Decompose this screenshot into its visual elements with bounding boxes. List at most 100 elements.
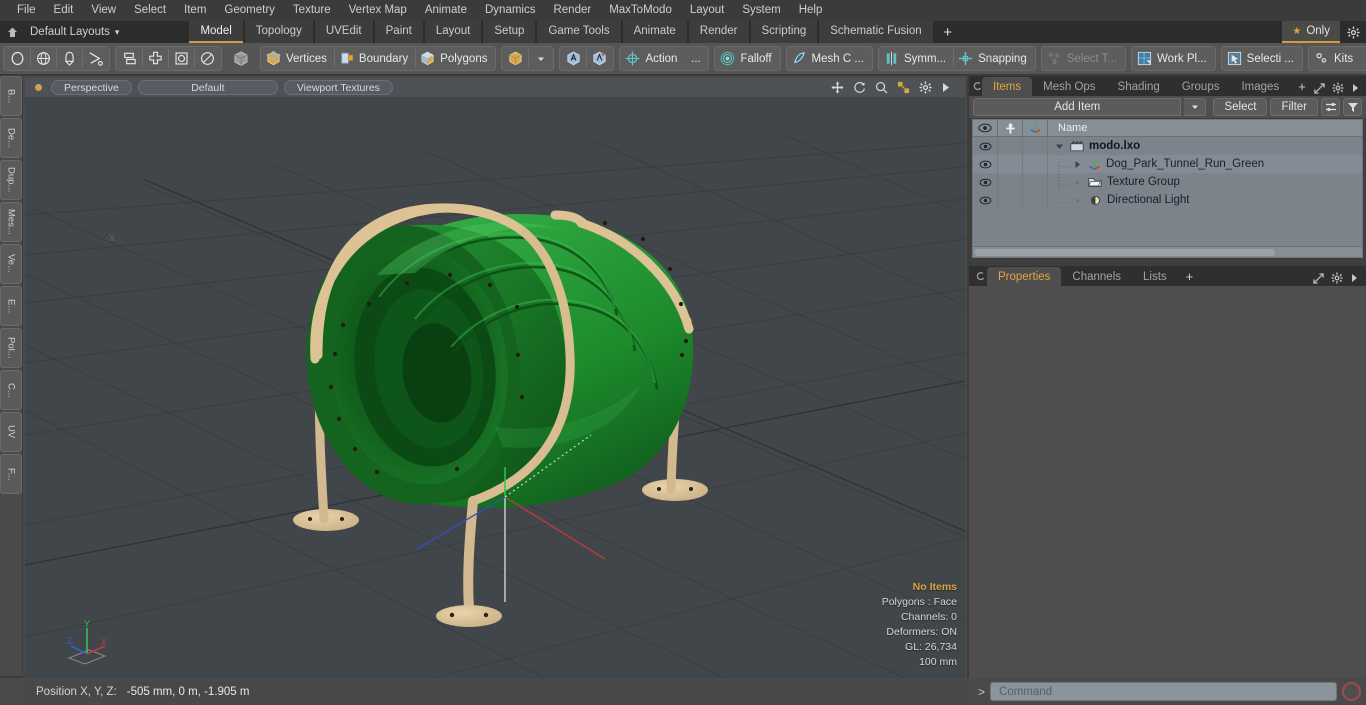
funnel-icon[interactable]: [1343, 98, 1362, 116]
ellipse-icon[interactable]: [5, 47, 30, 70]
menu-geometry[interactable]: Geometry: [215, 0, 284, 21]
left-tab-8[interactable]: UV: [0, 412, 22, 452]
left-tab-5[interactable]: E...: [0, 286, 22, 326]
tab-shading[interactable]: Shading: [1107, 77, 1171, 96]
add-items-tab-button[interactable]: +: [1290, 77, 1314, 96]
filter-button[interactable]: Filter: [1270, 98, 1318, 116]
globe-icon[interactable]: [31, 47, 56, 70]
gear-icon[interactable]: [1331, 272, 1343, 284]
default-layouts-dropdown[interactable]: Default Layouts ▾: [24, 21, 129, 43]
menu-render[interactable]: Render: [544, 0, 600, 21]
snapping-button[interactable]: Snapping: [954, 47, 1034, 70]
add-item-button[interactable]: Add Item: [973, 98, 1182, 116]
left-tab-7[interactable]: C...: [0, 370, 22, 410]
chevron-down-icon[interactable]: [1054, 142, 1065, 151]
menu-maxtomodo[interactable]: MaxToModo: [600, 0, 681, 21]
fit-icon[interactable]: [897, 81, 910, 94]
menu-view[interactable]: View: [82, 0, 125, 21]
menu-texture[interactable]: Texture: [284, 0, 340, 21]
left-tab-1[interactable]: De...: [0, 118, 22, 158]
menu-file[interactable]: File: [8, 0, 45, 21]
select-through-button[interactable]: Select T...: [1043, 47, 1124, 70]
lock-cell[interactable]: [998, 191, 1023, 209]
circle-outline-icon[interactable]: [195, 47, 220, 70]
eye-icon[interactable]: [973, 191, 998, 209]
layout-tab-setup[interactable]: Setup: [483, 21, 536, 43]
play-arrow-icon[interactable]: [1350, 273, 1359, 283]
boundary-mode-button[interactable]: Boundary: [335, 47, 415, 70]
gear-icon[interactable]: [1340, 21, 1366, 43]
layout-tab-render[interactable]: Render: [688, 21, 749, 43]
chevron-right-icon[interactable]: [1072, 160, 1083, 169]
panel-corner-icon[interactable]: [973, 266, 987, 286]
eye-icon[interactable]: [973, 173, 998, 191]
vertices-mode-button[interactable]: Vertices: [262, 47, 334, 70]
lock-cell[interactable]: [998, 173, 1023, 191]
item-tree-row[interactable]: Directional Light: [973, 191, 1362, 209]
tab-lists[interactable]: Lists: [1132, 267, 1178, 286]
add-item-dropdown[interactable]: [1184, 98, 1207, 116]
left-tab-6[interactable]: Pol...: [0, 328, 22, 368]
menu-help[interactable]: Help: [790, 0, 832, 21]
eye-icon[interactable]: [973, 119, 998, 137]
menu-select[interactable]: Select: [125, 0, 175, 21]
add-properties-tab-button[interactable]: +: [1178, 267, 1202, 286]
axis-cell[interactable]: [1023, 173, 1048, 191]
kits-button[interactable]: Kits: [1310, 47, 1366, 70]
cube-icon[interactable]: [228, 47, 254, 70]
item-tree-row[interactable]: Texture Group: [973, 173, 1362, 191]
stack-icon[interactable]: [117, 47, 142, 70]
select-through-a-icon[interactable]: [561, 47, 586, 70]
viewport-shading-selector[interactable]: Default: [137, 80, 278, 95]
falloff-button[interactable]: Falloff: [716, 47, 778, 70]
menu-layout[interactable]: Layout: [681, 0, 734, 21]
action-center-button[interactable]: Action: [621, 47, 684, 70]
eye-icon[interactable]: [973, 155, 998, 173]
item-tree-hscrollbar[interactable]: [973, 246, 1362, 257]
menu-animate[interactable]: Animate: [416, 0, 476, 21]
home-icon[interactable]: [0, 21, 24, 43]
item-tree-row[interactable]: Dog_Park_Tunnel_Run_Green: [973, 155, 1362, 173]
symmetry-button[interactable]: Symm...: [880, 47, 953, 70]
gear-icon[interactable]: [1332, 82, 1344, 94]
menu-system[interactable]: System: [733, 0, 789, 21]
tab-mesh-ops[interactable]: Mesh Ops: [1032, 77, 1106, 96]
gear-icon[interactable]: [919, 81, 932, 94]
lock-crosshair-icon[interactable]: [998, 119, 1023, 137]
select-through-b-icon[interactable]: [587, 47, 612, 70]
frame-icon[interactable]: [169, 47, 194, 70]
work-plane-button[interactable]: Work Pl...: [1133, 47, 1214, 70]
layout-tab-game-tools[interactable]: Game Tools: [537, 21, 621, 43]
ellipsis-icon[interactable]: ...: [684, 47, 707, 70]
selection-set-button[interactable]: Selecti ...: [1223, 47, 1301, 70]
viewport-3d-canvas[interactable]: -X Y X Z No Items Polygons : Face Channe…: [25, 97, 965, 678]
rotate-icon[interactable]: [853, 81, 866, 94]
menu-dynamics[interactable]: Dynamics: [476, 0, 544, 21]
axis-cell[interactable]: [1023, 155, 1048, 173]
tab-groups[interactable]: Groups: [1171, 77, 1231, 96]
expand-icon[interactable]: [1313, 272, 1324, 284]
viewport-view-selector[interactable]: Perspective: [51, 80, 132, 95]
align-center-icon[interactable]: [143, 47, 168, 70]
pan-icon[interactable]: [831, 81, 844, 94]
lock-cell[interactable]: [998, 155, 1023, 173]
chevron-down-icon[interactable]: [529, 47, 552, 70]
layout-tab-uvedit[interactable]: UVEdit: [314, 21, 373, 43]
lock-cell[interactable]: [998, 137, 1023, 155]
play-arrow-icon[interactable]: [941, 82, 951, 93]
tab-properties[interactable]: Properties: [987, 267, 1062, 286]
left-tab-4[interactable]: Ve...: [0, 244, 22, 284]
left-tab-3[interactable]: Mes...: [0, 202, 22, 242]
axis-icon[interactable]: [1023, 119, 1048, 137]
left-tab-9[interactable]: F...: [0, 454, 22, 494]
polygons-mode-button[interactable]: Polygons: [416, 47, 494, 70]
item-cube-icon[interactable]: [503, 47, 528, 70]
viewport-display-mode-selector[interactable]: Viewport Textures: [283, 80, 393, 95]
axis-gizmo[interactable]: Y X Z: [65, 618, 109, 666]
layout-tab-schematic-fusion[interactable]: Schematic Fusion: [819, 21, 933, 43]
left-tab-0[interactable]: B...: [0, 76, 22, 116]
only-toggle-button[interactable]: ★ Only: [1282, 21, 1340, 43]
select-button[interactable]: Select: [1213, 98, 1268, 116]
layout-tab-scripting[interactable]: Scripting: [750, 21, 818, 43]
expand-icon[interactable]: [1314, 82, 1325, 94]
